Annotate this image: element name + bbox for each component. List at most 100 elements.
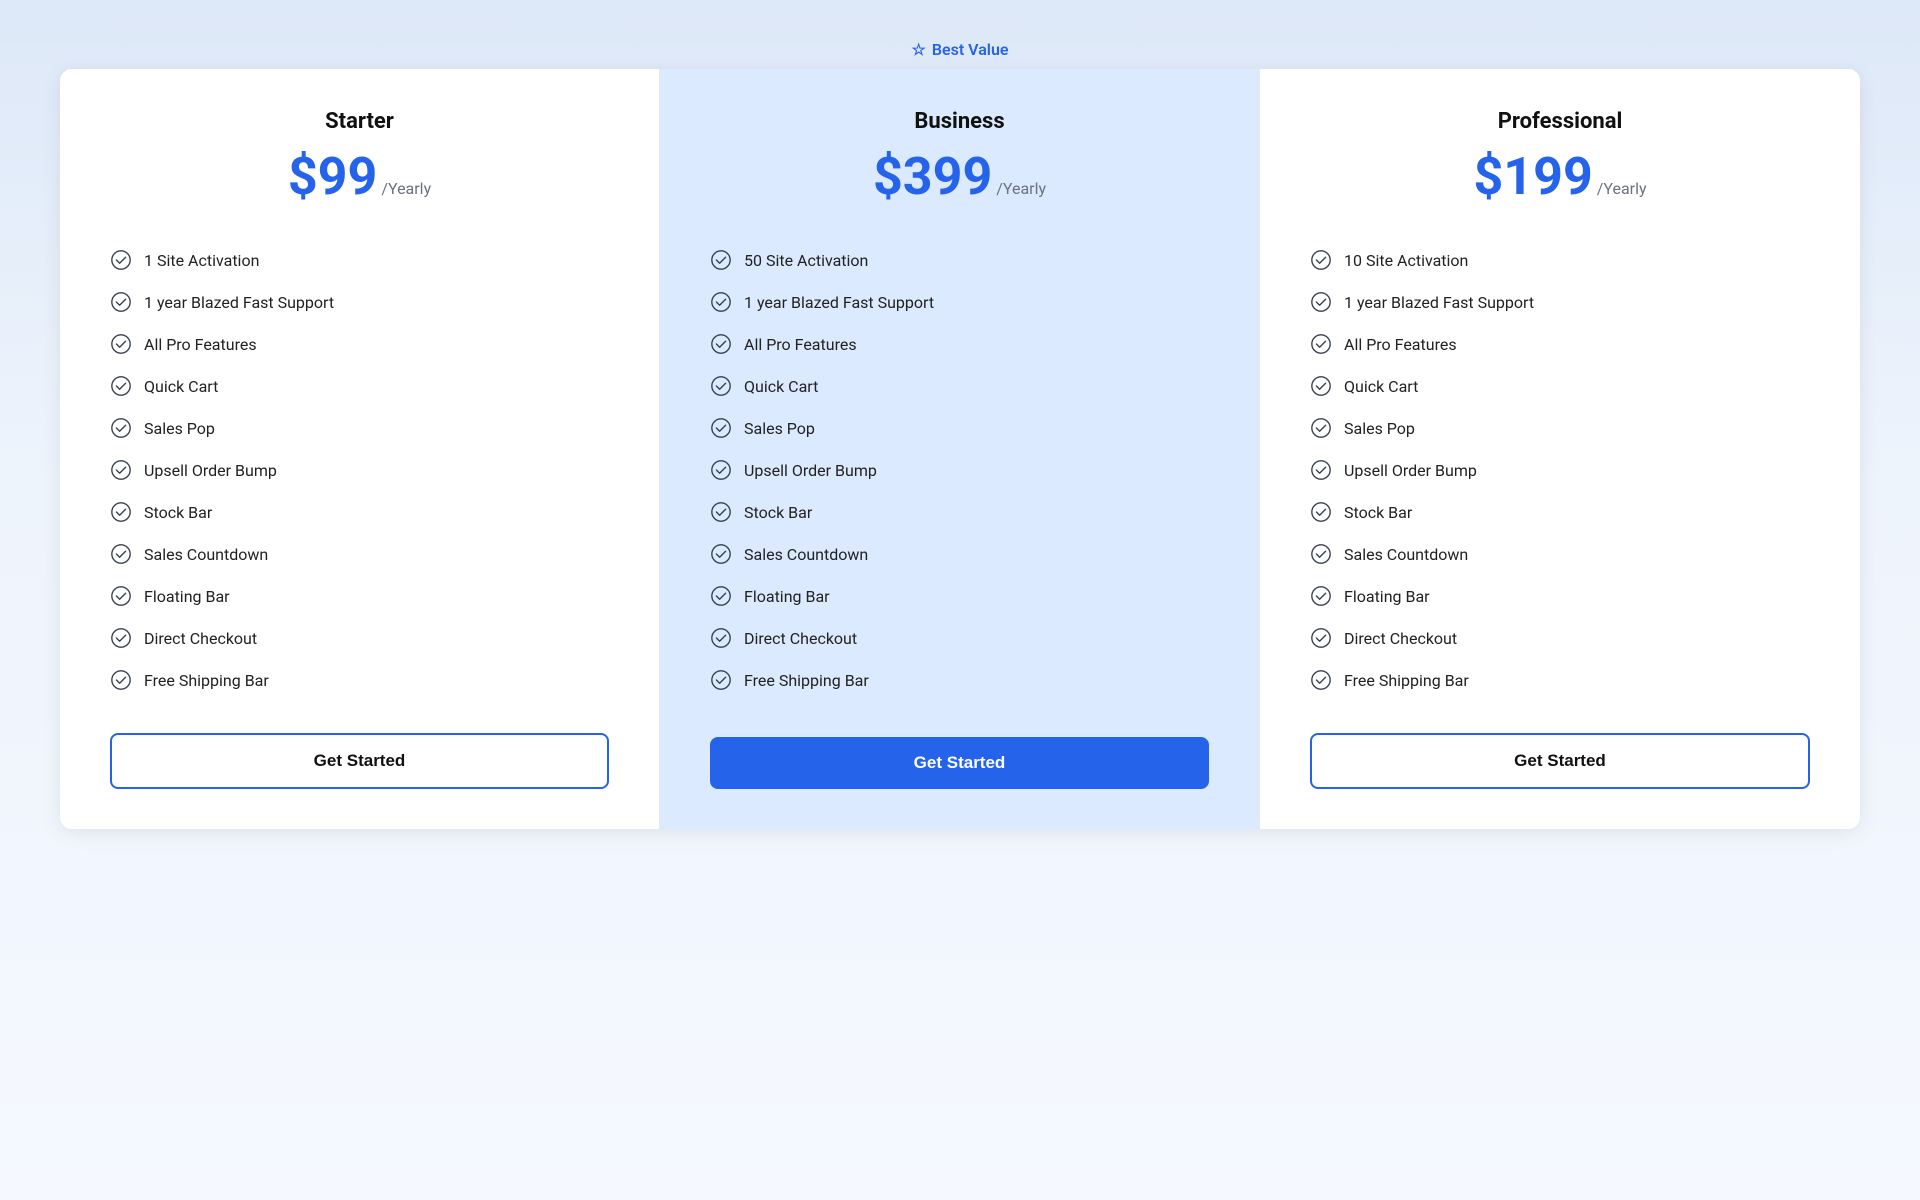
list-item: 1 year Blazed Fast Support xyxy=(710,281,1209,323)
feature-label: Upsell Order Bump xyxy=(1344,461,1477,480)
list-item: 50 Site Activation xyxy=(710,239,1209,281)
feature-label: 1 year Blazed Fast Support xyxy=(1344,293,1534,312)
plan-price-starter: $99 xyxy=(288,146,378,207)
list-item: 10 Site Activation xyxy=(1310,239,1810,281)
check-circle-icon xyxy=(1310,585,1332,607)
check-circle-icon xyxy=(710,291,732,313)
list-item: Sales Countdown xyxy=(1310,533,1810,575)
list-item: All Pro Features xyxy=(1310,323,1810,365)
plans-container: Starter $99/Yearly 1 Site Activation 1 ye… xyxy=(60,69,1860,829)
check-circle-icon xyxy=(110,543,132,565)
check-circle-icon xyxy=(1310,417,1332,439)
list-item: Stock Bar xyxy=(110,491,609,533)
feature-label: Quick Cart xyxy=(144,377,218,396)
list-item: All Pro Features xyxy=(710,323,1209,365)
feature-label: Quick Cart xyxy=(1344,377,1418,396)
list-item: Free Shipping Bar xyxy=(710,659,1209,701)
features-list-starter: 1 Site Activation 1 year Blazed Fast Sup… xyxy=(110,239,609,701)
check-circle-icon xyxy=(1310,333,1332,355)
check-circle-icon xyxy=(110,291,132,313)
get-started-button-starter[interactable]: Get Started xyxy=(110,733,609,789)
check-circle-icon xyxy=(110,459,132,481)
list-item: Sales Pop xyxy=(1310,407,1810,449)
check-circle-icon xyxy=(710,627,732,649)
feature-label: 1 year Blazed Fast Support xyxy=(144,293,334,312)
feature-label: Quick Cart xyxy=(744,377,818,396)
check-circle-icon xyxy=(110,627,132,649)
list-item: All Pro Features xyxy=(110,323,609,365)
feature-label: All Pro Features xyxy=(1344,335,1457,354)
feature-label: 1 year Blazed Fast Support xyxy=(744,293,934,312)
check-circle-icon xyxy=(110,501,132,523)
list-item: 1 year Blazed Fast Support xyxy=(1310,281,1810,323)
check-circle-icon xyxy=(1310,501,1332,523)
list-item: Direct Checkout xyxy=(1310,617,1810,659)
check-circle-icon xyxy=(1310,543,1332,565)
feature-label: Sales Countdown xyxy=(1344,545,1468,564)
feature-label: Free Shipping Bar xyxy=(144,671,269,690)
feature-label: Free Shipping Bar xyxy=(1344,671,1469,690)
list-item: Upsell Order Bump xyxy=(110,449,609,491)
feature-label: Stock Bar xyxy=(144,503,212,522)
feature-label: Direct Checkout xyxy=(744,629,857,648)
list-item: Quick Cart xyxy=(110,365,609,407)
check-circle-icon xyxy=(710,249,732,271)
plan-price-row-starter: $99/Yearly xyxy=(110,146,609,207)
list-item: Free Shipping Bar xyxy=(1310,659,1810,701)
check-circle-icon xyxy=(710,417,732,439)
feature-label: Stock Bar xyxy=(1344,503,1412,522)
plan-period-starter: /Yearly xyxy=(381,179,431,198)
feature-label: Stock Bar xyxy=(744,503,812,522)
check-circle-icon xyxy=(1310,291,1332,313)
check-circle-icon xyxy=(710,333,732,355)
feature-label: Sales Pop xyxy=(144,419,215,438)
list-item: Floating Bar xyxy=(1310,575,1810,617)
feature-label: 1 Site Activation xyxy=(144,251,259,270)
get-started-button-business[interactable]: Get Started xyxy=(710,737,1209,789)
list-item: Sales Countdown xyxy=(110,533,609,575)
feature-label: Sales Countdown xyxy=(144,545,268,564)
check-circle-icon xyxy=(710,585,732,607)
plan-period-professional: /Yearly xyxy=(1597,179,1647,198)
plan-name-professional: Professional xyxy=(1310,109,1810,134)
plan-name-business: Business xyxy=(710,109,1209,134)
list-item: Floating Bar xyxy=(110,575,609,617)
list-item: Sales Pop xyxy=(710,407,1209,449)
check-circle-icon xyxy=(110,417,132,439)
check-circle-icon xyxy=(110,249,132,271)
feature-label: Floating Bar xyxy=(1344,587,1430,606)
feature-label: Direct Checkout xyxy=(1344,629,1457,648)
list-item: Quick Cart xyxy=(710,365,1209,407)
list-item: Sales Pop xyxy=(110,407,609,449)
star-icon: ☆ xyxy=(911,40,925,59)
plan-period-business: /Yearly xyxy=(996,179,1046,198)
list-item: Free Shipping Bar xyxy=(110,659,609,701)
plan-price-row-business: $399/Yearly xyxy=(710,146,1209,207)
check-circle-icon xyxy=(110,333,132,355)
feature-label: 50 Site Activation xyxy=(744,251,868,270)
check-circle-icon xyxy=(1310,459,1332,481)
feature-label: Direct Checkout xyxy=(144,629,257,648)
feature-label: Upsell Order Bump xyxy=(144,461,277,480)
plan-card-business: Business $399/Yearly 50 Site Activation 1… xyxy=(660,69,1260,829)
best-value-label: Best Value xyxy=(932,40,1009,59)
list-item: Quick Cart xyxy=(1310,365,1810,407)
list-item: Stock Bar xyxy=(1310,491,1810,533)
feature-label: All Pro Features xyxy=(744,335,857,354)
feature-label: All Pro Features xyxy=(144,335,257,354)
check-circle-icon xyxy=(1310,669,1332,691)
get-started-button-professional[interactable]: Get Started xyxy=(1310,733,1810,789)
check-circle-icon xyxy=(710,501,732,523)
plan-price-business: $399 xyxy=(873,146,992,207)
plan-card-professional: Professional$199/Yearly 10 Site Activati… xyxy=(1260,69,1860,829)
feature-label: Sales Pop xyxy=(744,419,815,438)
check-circle-icon xyxy=(110,669,132,691)
best-value-badge: ☆ Best Value xyxy=(60,40,1860,59)
plan-name-starter: Starter xyxy=(110,109,609,134)
list-item: 1 year Blazed Fast Support xyxy=(110,281,609,323)
list-item: 1 Site Activation xyxy=(110,239,609,281)
feature-label: Sales Pop xyxy=(1344,419,1415,438)
list-item: Direct Checkout xyxy=(710,617,1209,659)
check-circle-icon xyxy=(110,375,132,397)
list-item: Floating Bar xyxy=(710,575,1209,617)
